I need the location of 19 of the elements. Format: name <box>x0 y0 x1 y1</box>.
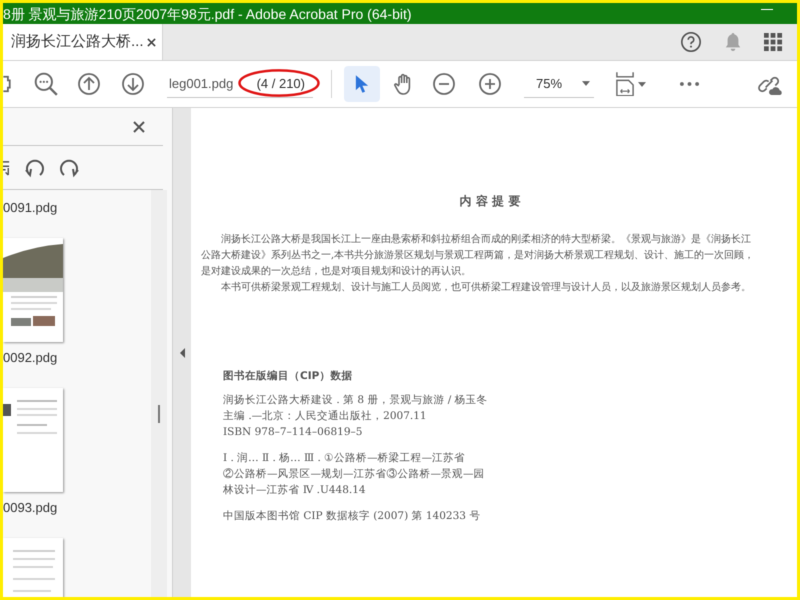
thumbnail-label[interactable]: 0091.pdg <box>3 198 151 218</box>
classification-line: ②公路桥—风景区—规划—江苏省③公路桥—景观—园 <box>223 467 486 482</box>
heading: 内 容 提 要 <box>458 193 522 210</box>
cip-title: 图书在版编目（CIP）数据 <box>223 369 354 384</box>
cip-line: ISBN 978–7–114–06819–5 <box>223 425 364 440</box>
thumbnail-label[interactable]: 0093.pdg <box>3 498 151 518</box>
thumbnail-label[interactable]: 0092.pdg <box>3 348 151 368</box>
zoom-dropdown[interactable]: 75% <box>524 70 594 98</box>
cip-number: 中国版本图书馆 CIP 数据核字 (2007) 第 140233 号 <box>223 509 482 524</box>
document-tab[interactable]: 润扬长江公路大桥... <box>3 24 163 60</box>
page-count: (4 / 210) <box>256 74 305 93</box>
paragraph: 本书可供桥梁景观工程规划、设计与施工人员阅览，也可供桥梁工程建设管理与设计人员，以及旅游景区规划人员参考。 <box>220 280 752 295</box>
cip-line: 润扬长江公路大桥建设 . 第 8 册，景观与旅游 / 杨玉冬 <box>223 393 489 408</box>
paragraph: 润扬长江公路大桥是我国长江上一座由悬索桥和斜拉桥组合而成的刚柔相济的特大型桥梁。《景观与旅游》是《润扬长江公路大桥建设》系列丛书之一,本书共分旅游景区规划与景观工程两篇，是对润扬大桥景观工程规划、设计、施工的一次回顾，是对建设成果的一次总结，也是对项目规划和设计的再认识。 <box>201 232 756 279</box>
cip-line: 主编 .—北京：人民交通出版社，2007.11 <box>223 409 428 424</box>
classification-line: 林设计—江苏省 Ⅳ .U448.14 <box>223 483 367 498</box>
window-title: 8册 景观与旅游210页2007年98元.pdf - Adobe Acrobat Pro (64-bit) <box>3 6 412 20</box>
classification-line: Ⅰ . 润… Ⅱ . 杨… Ⅲ . ①公路桥—桥梁工程—江苏省 <box>223 451 466 466</box>
page-number-field[interactable]: leg001.pdg (4 / 210) <box>167 70 313 98</box>
